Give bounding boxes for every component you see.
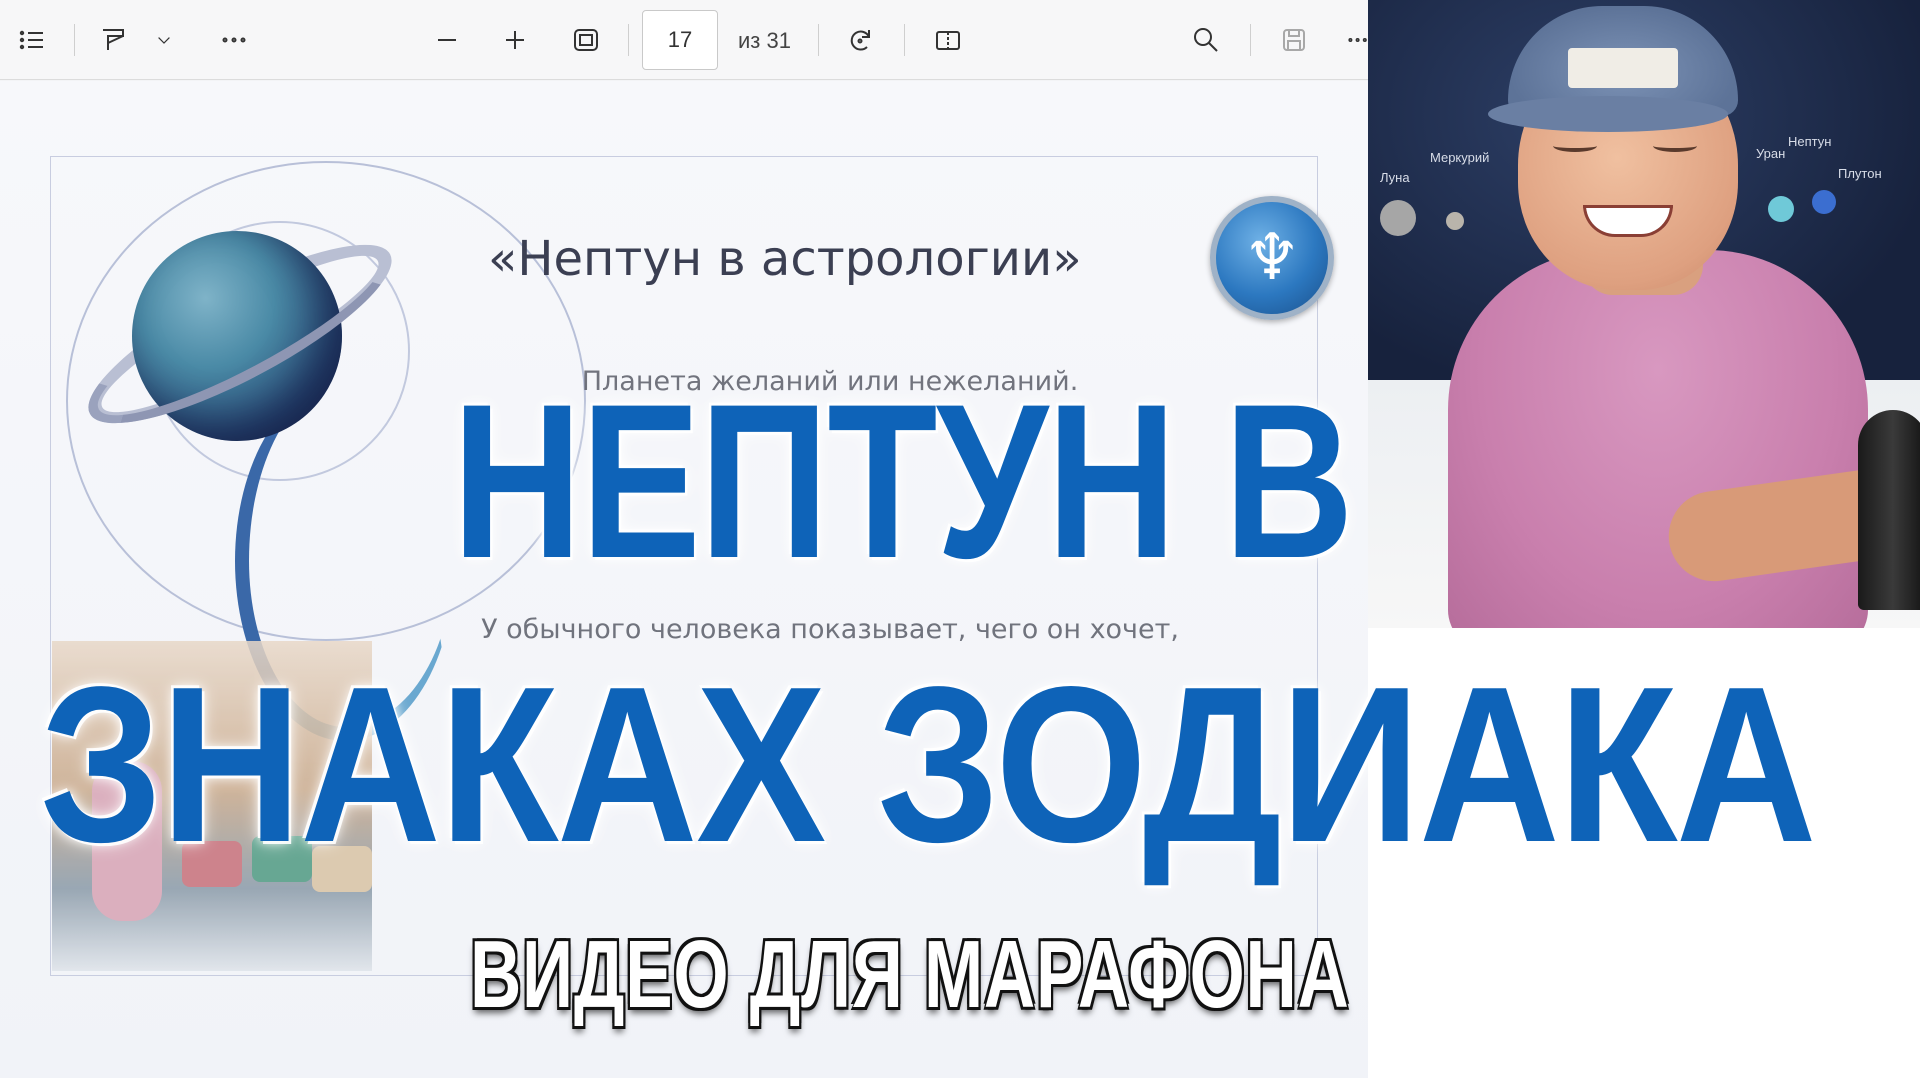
planet-illustration <box>68 201 412 461</box>
draw-icon[interactable] <box>96 22 130 58</box>
wall-label: Луна <box>1380 170 1410 185</box>
headline-line-1: НЕПТУН В <box>452 358 1354 604</box>
microphone <box>1858 410 1920 610</box>
pdf-toolbar: из 31 <box>0 0 1368 80</box>
rotate-icon[interactable] <box>842 22 878 58</box>
presenter <box>1448 250 1868 628</box>
slide-title: «Нептун в астрологии» <box>488 231 1082 287</box>
page-number-input[interactable] <box>642 10 718 70</box>
neptune-symbol-icon: ♆ <box>1210 196 1334 320</box>
toolbar-divider <box>818 24 819 56</box>
chevron-down-icon[interactable] <box>152 22 176 58</box>
more-icon[interactable] <box>1344 22 1368 58</box>
page-view-icon[interactable] <box>930 22 966 58</box>
fit-page-icon[interactable] <box>568 22 604 58</box>
zoom-out-icon[interactable] <box>430 22 464 58</box>
contents-icon[interactable] <box>12 22 52 58</box>
wall-label: Меркурий <box>1430 150 1490 165</box>
page-total-label: из 31 <box>738 28 791 53</box>
toolbar-divider <box>628 24 629 56</box>
webcam-video: Меркурий Луна Уран Нептун Плутон <box>1368 0 1920 628</box>
headline-subtitle: ВИДЕО ДЛЯ МАРАФОНА <box>470 921 1350 1028</box>
more-icon[interactable] <box>216 22 252 58</box>
wall-label: Плутон <box>1838 166 1882 181</box>
toolbar-divider <box>1250 24 1251 56</box>
toolbar-divider <box>74 24 75 56</box>
save-icon[interactable] <box>1276 22 1312 58</box>
zoom-in-icon[interactable] <box>498 22 532 58</box>
wall-label: Уран <box>1756 146 1786 161</box>
wall-label: Нептун <box>1788 134 1832 149</box>
search-icon[interactable] <box>1188 22 1224 58</box>
toolbar-divider <box>904 24 905 56</box>
headline-line-2: ЗНАКАХ ЗОДИАКА <box>40 641 1817 889</box>
